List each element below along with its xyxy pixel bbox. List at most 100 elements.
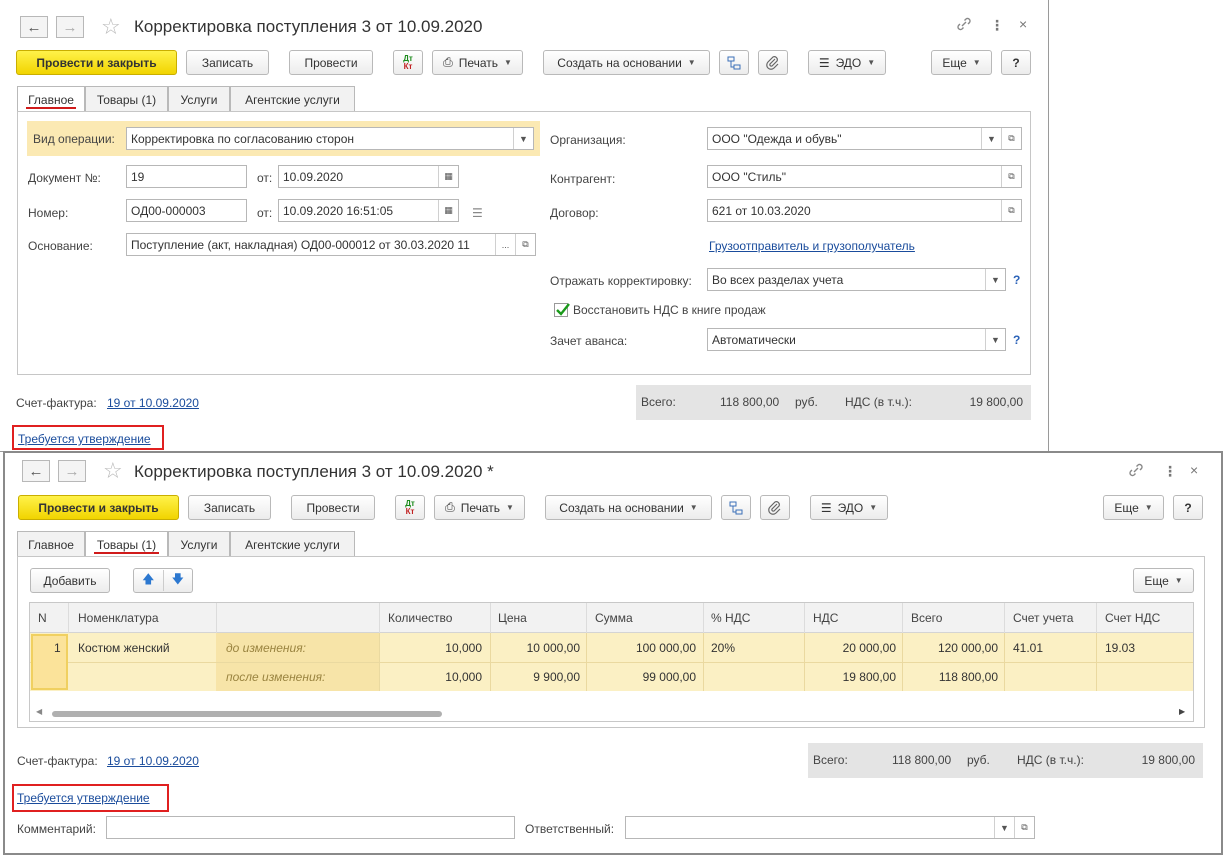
number-datetime-input[interactable]: 10.09.2020 16:51:05 ▦ <box>278 199 459 222</box>
dt-kt-icon[interactable]: Дт Кт <box>395 495 425 520</box>
table-more-button[interactable]: Еще ▼ <box>1133 568 1194 593</box>
vat-restore-checkbox[interactable] <box>554 303 570 317</box>
favorite-star-icon[interactable]: ☆ <box>101 16 121 38</box>
more-vertical-icon[interactable]: ⋮ <box>1163 463 1177 480</box>
open-icon[interactable]: ⧉ <box>1001 166 1021 187</box>
before-vat-rate[interactable]: 20% <box>711 641 735 655</box>
favorite-star-icon[interactable]: ☆ <box>103 460 123 482</box>
after-total[interactable]: 118 800,00 <box>939 670 998 684</box>
responsible-input[interactable]: ▼ ⧉ <box>625 816 1035 839</box>
contractor-input[interactable]: ООО "Стиль" ⧉ <box>707 165 1022 188</box>
horizontal-scrollbar[interactable]: ◀ ▶ <box>30 707 1193 721</box>
save-button[interactable]: Записать <box>186 50 269 75</box>
print-button[interactable]: ⎙ Печать ▼ <box>432 50 523 75</box>
shipper-consignee-link[interactable]: Грузоотправитель и грузополучатель <box>709 239 915 253</box>
vat-account[interactable]: 19.03 <box>1105 641 1135 655</box>
calendar-icon[interactable]: ▦ <box>438 166 458 187</box>
create-based-on-button[interactable]: Создать на основании ▼ <box>545 495 712 520</box>
print-button[interactable]: ⎙ Печать ▼ <box>434 495 525 520</box>
open-icon[interactable]: ⧉ <box>1014 817 1034 838</box>
back-arrow-icon[interactable]: ← <box>22 460 50 482</box>
col-vat-rate[interactable]: % НДС <box>711 611 750 625</box>
chevron-down-icon[interactable]: ▼ <box>994 817 1014 838</box>
save-button[interactable]: Записать <box>188 495 271 520</box>
edo-button[interactable]: ☰ ЭДО ▼ <box>808 50 886 75</box>
tab-main[interactable]: Главное <box>17 531 85 557</box>
col-sum[interactable]: Сумма <box>595 611 633 625</box>
reflect-select[interactable]: Во всех разделах учета ▼ <box>707 268 1006 291</box>
col-price[interactable]: Цена <box>498 611 527 625</box>
link-icon[interactable] <box>956 16 972 35</box>
post-button[interactable]: Провести <box>289 50 373 75</box>
basis-input[interactable]: Поступление (акт, накладная) ОД00-000012… <box>126 233 536 256</box>
operation-select[interactable]: Корректировка по согласованию сторон ▼ <box>126 127 534 150</box>
contract-input[interactable]: 621 от 10.03.2020 ⧉ <box>707 199 1022 222</box>
comment-input[interactable] <box>106 816 515 839</box>
row-number-cell[interactable] <box>31 634 68 690</box>
tab-main[interactable]: Главное <box>17 86 85 112</box>
more-button[interactable]: Еще ▼ <box>1103 495 1164 520</box>
scrollbar-thumb[interactable] <box>52 711 442 717</box>
close-icon[interactable]: × <box>1019 16 1027 32</box>
open-icon[interactable]: ⧉ <box>515 234 535 255</box>
edo-button[interactable]: ☰ ЭДО ▼ <box>810 495 888 520</box>
create-based-on-button[interactable]: Создать на основании ▼ <box>543 50 710 75</box>
tab-goods[interactable]: Товары (1) <box>85 86 168 112</box>
paperclip-icon[interactable] <box>758 50 788 75</box>
chevron-down-icon[interactable]: ▼ <box>985 269 1005 290</box>
col-item[interactable]: Номенклатура <box>78 611 159 625</box>
chevron-down-icon[interactable]: ▼ <box>985 329 1005 350</box>
col-vat[interactable]: НДС <box>813 611 838 625</box>
paperclip-icon[interactable] <box>760 495 790 520</box>
tab-services[interactable]: Услуги <box>168 531 230 557</box>
before-price[interactable]: 10 000,00 <box>527 641 580 655</box>
account[interactable]: 41.01 <box>1013 641 1043 655</box>
chevron-down-icon[interactable]: ▼ <box>513 128 533 149</box>
tab-goods[interactable]: Товары (1) <box>85 531 168 557</box>
col-account[interactable]: Счет учета <box>1013 611 1073 625</box>
close-icon[interactable]: × <box>1190 462 1198 478</box>
calendar-icon[interactable]: ▦ <box>438 200 458 221</box>
help-question-icon[interactable]: ? <box>1013 333 1020 347</box>
more-button[interactable]: Еще ▼ <box>931 50 992 75</box>
post-and-close-button[interactable]: Провести и закрыть <box>16 50 177 75</box>
post-and-close-button[interactable]: Провести и закрыть <box>18 495 179 520</box>
doc-no-input[interactable]: 19 <box>126 165 247 188</box>
tab-agent-services[interactable]: Агентские услуги <box>230 86 355 112</box>
after-vat[interactable]: 19 800,00 <box>843 670 896 684</box>
forward-arrow-icon[interactable]: → <box>58 460 86 482</box>
open-icon[interactable]: ⧉ <box>1001 200 1021 221</box>
tab-agent-services[interactable]: Агентские услуги <box>230 531 355 557</box>
after-sum[interactable]: 99 000,00 <box>643 670 696 684</box>
after-price[interactable]: 9 900,00 <box>533 670 580 684</box>
approval-required-link[interactable]: Требуется утверждение <box>18 432 151 446</box>
tab-services[interactable]: Услуги <box>168 86 230 112</box>
number-input[interactable]: ОД00-000003 <box>126 199 247 222</box>
dt-kt-icon[interactable]: Дт Кт <box>393 50 423 75</box>
before-total[interactable]: 120 000,00 <box>938 641 998 655</box>
link-icon[interactable] <box>1128 462 1144 481</box>
more-vertical-icon[interactable]: ⋮ <box>990 17 1004 34</box>
approval-required-link[interactable]: Требуется утверждение <box>17 791 150 805</box>
after-qty[interactable]: 10,000 <box>445 670 482 684</box>
forward-arrow-icon[interactable]: → <box>56 16 84 38</box>
org-input[interactable]: ООО "Одежда и обувь" ▼ ⧉ <box>707 127 1022 150</box>
scroll-left-icon[interactable]: ◀ <box>36 707 42 716</box>
chevron-down-icon[interactable]: ▼ <box>981 128 1001 149</box>
col-qty[interactable]: Количество <box>388 611 452 625</box>
advance-select[interactable]: Автоматически ▼ <box>707 328 1006 351</box>
post-button[interactable]: Провести <box>291 495 375 520</box>
before-vat[interactable]: 20 000,00 <box>843 641 896 655</box>
col-n[interactable]: N <box>38 611 47 625</box>
add-row-button[interactable]: Добавить <box>30 568 110 593</box>
col-total[interactable]: Всего <box>911 611 942 625</box>
before-qty[interactable]: 10,000 <box>445 641 482 655</box>
col-vat-account[interactable]: Счет НДС <box>1105 611 1160 625</box>
structure-icon[interactable] <box>719 50 749 75</box>
help-button[interactable]: ? <box>1173 495 1203 520</box>
item-name[interactable]: Костюм женский <box>78 641 170 655</box>
doc-date-input[interactable]: 10.09.2020 ▦ <box>278 165 459 188</box>
help-button[interactable]: ? <box>1001 50 1031 75</box>
structure-icon[interactable] <box>721 495 751 520</box>
before-sum[interactable]: 100 000,00 <box>636 641 696 655</box>
